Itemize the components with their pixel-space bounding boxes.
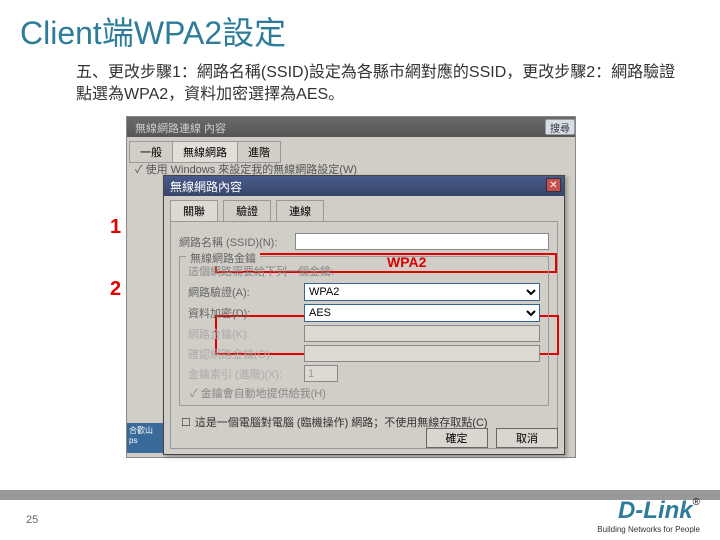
- tab-authentication[interactable]: 驗證: [223, 200, 271, 221]
- ok-button[interactable]: 確定: [426, 428, 488, 448]
- key-confirm-input: [304, 345, 540, 362]
- adhoc-checkbox[interactable]: ☐: [181, 416, 191, 430]
- logo-registered: ®: [693, 497, 700, 508]
- tab-advanced[interactable]: 進階: [237, 141, 281, 163]
- search-button[interactable]: 搜尋: [545, 119, 575, 135]
- page-title: Client端WPA2設定: [0, 0, 720, 54]
- key-input: [304, 325, 540, 342]
- cancel-button[interactable]: 取消: [496, 428, 558, 448]
- dialog-tabs: 關聯 驗證 連線: [164, 196, 564, 221]
- dialog-titlebar: 無線網路內容 ✕: [164, 176, 564, 196]
- auto-key-checkbox: ✓ 金鑰會自動地提供給我(H): [190, 385, 540, 401]
- taskbar-icon: 合歡山 ps: [127, 423, 163, 453]
- auth-row: 網路驗證(A): WPA2: [188, 283, 540, 301]
- auth-select[interactable]: WPA2: [304, 283, 540, 301]
- key-confirm-label: 確認網路金鑰(O):: [188, 346, 304, 362]
- ssid-row: 網路名稱 (SSID)(N):: [179, 233, 549, 250]
- tab-wireless[interactable]: 無線網路: [172, 141, 238, 163]
- step-marker-1: 1: [110, 216, 121, 239]
- logo-area: D-Link® Building Networks for People: [597, 497, 700, 534]
- auth-label: 網路驗證(A):: [188, 284, 304, 300]
- wireless-properties-dialog: 無線網路內容 ✕ 關聯 驗證 連線 WPA2 網路名稱 (SSID)(N): 無…: [163, 175, 565, 455]
- instruction-text: 五、更改步驟1：網路名稱(SSID)設定為各縣市網對應的SSID，更改步驟2：網…: [0, 54, 720, 107]
- logo-tagline: Building Networks for People: [597, 525, 700, 534]
- close-icon[interactable]: ✕: [546, 178, 561, 192]
- tab-connection[interactable]: 連線: [276, 200, 324, 221]
- parent-tabs: 一般無線網路進階: [129, 141, 280, 163]
- enc-row: 資料加密(D): AES: [188, 304, 540, 322]
- parent-window-title: 無線網路連線 內容: [127, 117, 575, 137]
- key-row: 網路金鑰(K):: [188, 325, 540, 342]
- page-number: 25: [26, 514, 38, 526]
- key-group: 無線網路金鑰 這個網路需要給下列一個金鑰: 網路驗證(A): WPA2 資料加密…: [179, 256, 549, 406]
- group-title: 無線網路金鑰: [186, 250, 260, 266]
- logo-text: D-Link: [618, 497, 693, 524]
- tab-association[interactable]: 關聯: [170, 200, 218, 221]
- key-index-label: 金鑰索引 (進階)(X):: [188, 366, 304, 382]
- key-index-input: [304, 365, 338, 382]
- key-index-row: 金鑰索引 (進階)(X):: [188, 365, 540, 382]
- step-marker-2: 2: [110, 278, 121, 301]
- enc-select[interactable]: AES: [304, 304, 540, 322]
- dialog-buttons: 確定 取消: [422, 428, 558, 448]
- screenshot-area: 無線網路連線 內容 搜尋 一般無線網路進階 ✓ 使用 Windows 來設定我的…: [126, 116, 576, 458]
- dialog-body: WPA2 網路名稱 (SSID)(N): 無線網路金鑰 這個網路需要給下列一個金…: [170, 221, 558, 449]
- enc-label: 資料加密(D):: [188, 305, 304, 321]
- dialog-title-text: 無線網路內容: [170, 180, 242, 194]
- key-label: 網路金鑰(K):: [188, 326, 304, 342]
- ssid-label: 網路名稱 (SSID)(N):: [179, 234, 295, 250]
- key-confirm-row: 確認網路金鑰(O):: [188, 345, 540, 362]
- tab-general[interactable]: 一般: [129, 141, 173, 163]
- ssid-input[interactable]: [295, 233, 549, 250]
